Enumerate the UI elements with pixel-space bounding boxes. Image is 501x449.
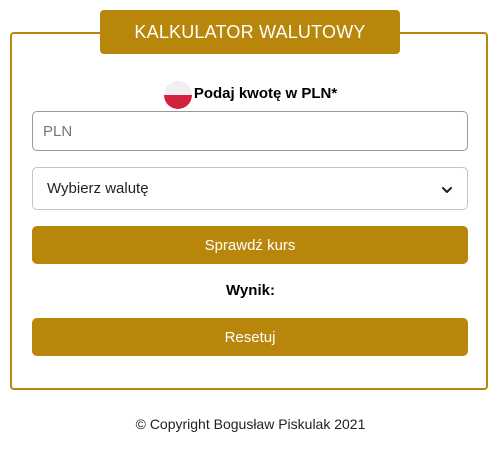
- chevron-down-icon: [441, 183, 453, 195]
- copyright-footer: © Copyright Bogusław Piskulak 2021: [135, 416, 366, 432]
- currency-select-value: Wybierz walutę: [47, 180, 149, 197]
- amount-input[interactable]: [32, 111, 468, 151]
- check-rate-button[interactable]: Sprawdź kurs: [32, 226, 468, 264]
- amount-label: Podaj kwotę w PLN*: [193, 84, 338, 102]
- reset-button[interactable]: Resetuj: [32, 318, 468, 356]
- currency-select[interactable]: Wybierz walutę: [32, 167, 468, 210]
- calculator-title: KALKULATOR WALUTOWY: [100, 10, 400, 54]
- poland-flag-icon: [163, 81, 192, 109]
- amount-label-row: Podaj kwotę w PLN*: [0, 78, 501, 109]
- result-label: Wynik:: [226, 282, 275, 299]
- currency-calculator-page: KALKULATOR WALUTOWY Podaj kwotę w PLN* W…: [0, 0, 501, 449]
